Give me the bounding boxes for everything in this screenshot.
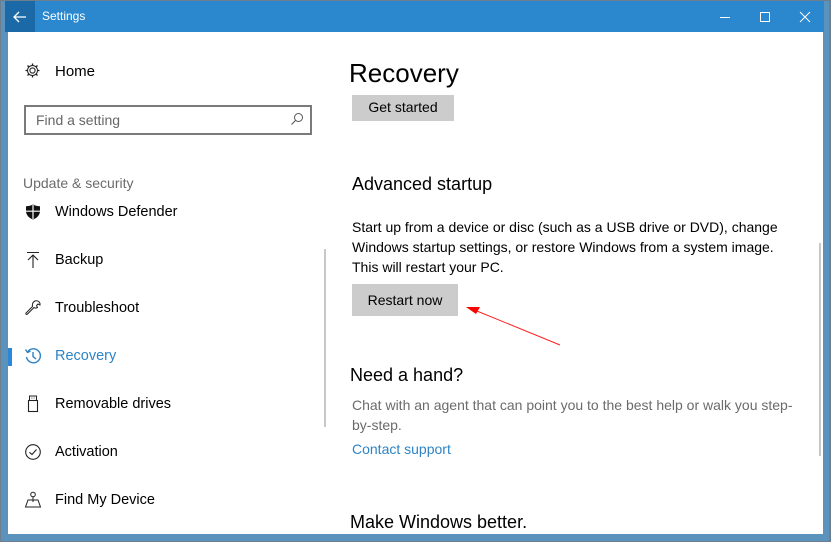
sidebar-item-label: Backup	[55, 252, 104, 268]
sidebar-item-label: Activation	[55, 444, 118, 460]
sidebar-item-find-my-device[interactable]: Find My Device	[8, 481, 318, 521]
section-label: Update & security	[23, 175, 134, 191]
red-arrow-annotation	[466, 307, 561, 346]
usb-drive-icon	[27, 395, 39, 413]
advanced-startup-description: Start up from a device or disc (such as …	[352, 219, 778, 275]
minimize-icon	[720, 16, 730, 18]
maximize-button[interactable]	[745, 1, 785, 32]
search-placeholder: Find a setting	[36, 112, 121, 128]
minimize-button[interactable]	[705, 1, 745, 32]
wrench-icon	[25, 300, 41, 315]
close-icon	[799, 11, 811, 22]
need-a-hand-description: Chat with an agent that can point you to…	[352, 397, 793, 433]
title-bar[interactable]: Settings	[5, 1, 824, 32]
sidebar-item-label: Troubleshoot	[55, 300, 140, 316]
find-device-icon	[24, 491, 42, 508]
close-button[interactable]	[785, 1, 825, 32]
page-title: Recovery	[349, 58, 459, 88]
sidebar-item-label: Find My Device	[55, 492, 155, 508]
sidebar-item-backup[interactable]: Backup	[8, 241, 318, 281]
active-indicator	[8, 348, 12, 366]
history-icon	[24, 348, 42, 364]
maximize-icon	[760, 11, 770, 22]
gear-icon	[25, 63, 40, 78]
sidebar-item-label: Recovery	[55, 348, 117, 364]
check-circle-icon	[25, 444, 41, 460]
back-arrow-icon	[13, 11, 26, 22]
search-input[interactable]: Find a setting	[24, 105, 312, 135]
need-a-hand-heading: Need a hand?	[350, 365, 464, 385]
arrow-head	[466, 307, 480, 314]
sidebar-item-troubleshoot[interactable]: Troubleshoot	[8, 289, 318, 329]
sidebar-item-removable-drives[interactable]: Removable drives	[8, 385, 318, 425]
sidebar-item-label: Windows Defender	[55, 204, 178, 220]
upload-arrow-icon	[27, 251, 39, 268]
advanced-startup-heading: Advanced startup	[352, 174, 493, 194]
sidebar-item-label: Removable drives	[55, 396, 172, 412]
sidebar-item-windows-defender[interactable]: Windows Defender	[8, 193, 318, 233]
window-title: Settings	[42, 9, 86, 23]
window-border-left	[0, 0, 1, 542]
make-windows-better-heading: Make Windows better.	[350, 512, 528, 532]
home-label: Home	[55, 63, 96, 80]
contact-support-link[interactable]: Contact support	[352, 441, 451, 457]
sidebar-scrollbar[interactable]	[324, 249, 326, 427]
restart-now-button[interactable]: Restart now	[352, 284, 458, 316]
settings-window-content: Home Find a setting Update & security Wi…	[8, 32, 823, 534]
back-button[interactable]	[5, 1, 35, 32]
search-icon[interactable]	[290, 112, 304, 126]
sidebar-item-activation[interactable]: Activation	[8, 433, 318, 473]
shield-icon	[26, 204, 40, 220]
get-started-button[interactable]: Get started	[352, 95, 454, 121]
sidebar-home[interactable]: Home	[24, 62, 95, 80]
main-scrollbar[interactable]	[819, 243, 821, 456]
sidebar-item-recovery[interactable]: Recovery	[8, 337, 318, 377]
